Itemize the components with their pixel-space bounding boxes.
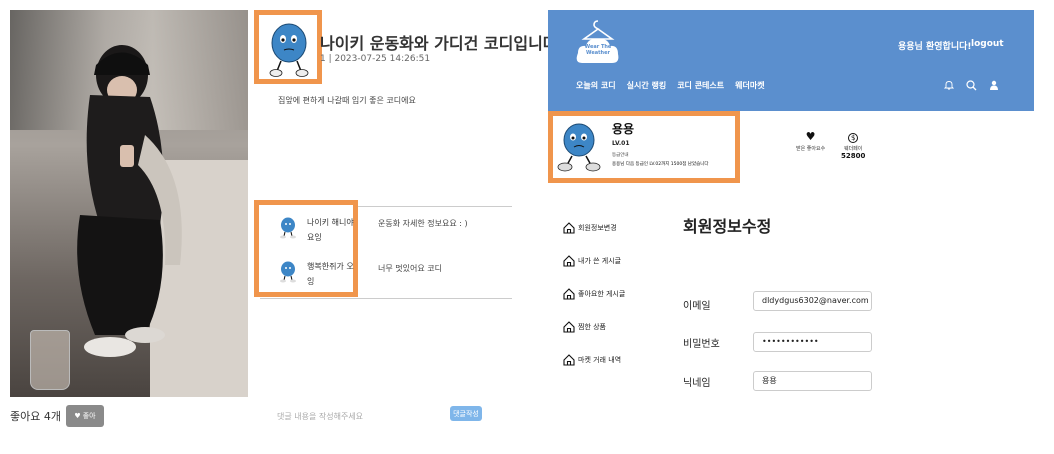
post-detail-panel: 나이키 운동화와 가디건 코디입니다 1 | 2023-07-25 14:26:… xyxy=(0,0,558,454)
comment-author[interactable]: 행복한쥐가 오잉 xyxy=(279,255,359,295)
nickname-field[interactable]: 용용 xyxy=(753,371,872,391)
mascot-avatar-icon xyxy=(280,261,296,283)
post-meta: 1 | 2023-07-25 14:26:51 xyxy=(320,54,431,64)
site-header: Wear The Weather 용용님 환영합니다! logout 오늘의 코… xyxy=(548,10,1034,111)
house-icon xyxy=(563,288,575,300)
heart-icon: ♥ xyxy=(74,412,81,420)
nav-today-coordi[interactable]: 오늘의 코디 xyxy=(576,80,616,91)
main-nav: 오늘의 코디 실시간 랭킹 코디 콘테스트 웨더마켓 xyxy=(576,80,765,91)
page-title: 회원정보수정 xyxy=(683,217,772,236)
sidebar-item-label: 회원정보변경 xyxy=(578,224,617,232)
weather-pay-value: 52800 xyxy=(841,152,866,160)
comment-text: 운동화 자세한 정보요요 : ) xyxy=(378,219,468,228)
house-icon xyxy=(563,354,575,366)
comment-input[interactable]: 댓글 내용을 작성해주세요 xyxy=(277,411,363,422)
nav-weather-market[interactable]: 웨더마켓 xyxy=(735,80,764,91)
sidebar-item-wishlist[interactable]: 찜한 상품 xyxy=(563,321,606,333)
email-field[interactable]: dldydgus6302@naver.com xyxy=(753,291,872,311)
house-icon xyxy=(563,321,575,333)
mascot-avatar-icon xyxy=(280,217,296,239)
house-icon xyxy=(563,222,575,234)
weather-pay-stat: $ 웨더페이 52800 xyxy=(841,131,865,160)
weather-pay-label: 웨더페이 xyxy=(843,146,863,152)
photo-person xyxy=(77,45,182,357)
post-title: 나이키 운동화와 가디건 코디입니다 xyxy=(320,34,558,53)
like-button-label: 좋아 xyxy=(82,412,96,420)
author-avatar-highlight[interactable] xyxy=(254,10,322,84)
dollar-coin-icon: $ xyxy=(848,133,859,143)
sidebar-item-edit-profile[interactable]: 회원정보변경 xyxy=(563,222,617,234)
sidebar-item-liked-posts[interactable]: 좋아요한 게시글 xyxy=(563,288,625,300)
user-level: LV.01 xyxy=(612,140,630,147)
mascot-avatar-icon xyxy=(557,123,601,172)
comments-divider-bottom xyxy=(260,298,512,299)
photo-cup xyxy=(30,330,70,390)
comment-submit-button[interactable]: 댓글작성 xyxy=(450,406,482,421)
post-photo xyxy=(10,10,248,397)
cloud-hanger-logo-icon[interactable] xyxy=(576,19,620,67)
nav-ranking[interactable]: 실시간 랭킹 xyxy=(627,80,667,91)
comment-author[interactable]: 나이키 해니야 요잉 xyxy=(279,211,359,251)
comment-authors-highlight: 나이키 해니야 요잉 행복한쥐가 오잉 xyxy=(254,200,358,297)
received-likes-stat: ♥ 받은 좋아요수 xyxy=(796,130,826,153)
sidebar-item-market-history[interactable]: 마켓 거래 내역 xyxy=(563,354,621,366)
search-icon[interactable] xyxy=(966,80,977,94)
sidebar-item-label: 찜한 상품 xyxy=(578,323,606,331)
nav-contest[interactable]: 코디 콘테스트 xyxy=(677,80,724,91)
logout-link[interactable]: logout xyxy=(971,39,1004,49)
house-icon xyxy=(563,255,575,267)
email-label: 이메일 xyxy=(683,301,711,312)
welcome-text: 용용님 환영합니다! xyxy=(898,42,972,52)
comment-text: 너무 멋있어요 코디 xyxy=(378,264,442,273)
like-button[interactable]: ♥ 좋아 xyxy=(66,405,104,427)
received-likes-label: 받은 좋아요수 xyxy=(796,146,826,152)
mascot-avatar-icon xyxy=(269,23,309,77)
post-body: 집앞에 편하게 나갈때 입기 좋은 코디에요 xyxy=(278,96,416,105)
grade-description: 용용님 다음 등급인 LV.02까지 1500점 남았습니다 xyxy=(612,162,709,167)
like-count: 좋아요 4개 xyxy=(10,410,61,423)
bell-icon[interactable] xyxy=(943,80,955,93)
logo-text: Wear The Weather xyxy=(584,44,612,56)
heart-icon: ♥ xyxy=(805,130,816,143)
sidebar-item-label: 마켓 거래 내역 xyxy=(578,356,622,364)
nickname-label: 닉네임 xyxy=(683,378,711,389)
user-name: 용용 xyxy=(612,122,635,136)
comment-username: 행복한쥐가 오잉 xyxy=(307,262,354,286)
grade-guide-link[interactable]: 등급안내 xyxy=(612,152,629,158)
password-field[interactable]: •••••••••••• xyxy=(753,332,872,352)
comment-username: 나이키 해니야 요잉 xyxy=(307,218,354,242)
password-label: 비밀번호 xyxy=(683,339,720,350)
sidebar-item-label: 좋아요한 게시글 xyxy=(578,290,626,298)
sidebar-item-label: 내가 쓴 게시글 xyxy=(578,257,622,265)
user-summary-highlight: 용용 LV.01 등급안내 용용님 다음 등급인 LV.02까지 1500점 남… xyxy=(548,111,740,183)
user-icon[interactable] xyxy=(989,80,999,93)
mypage-panel: Wear The Weather 용용님 환영합니다! logout 오늘의 코… xyxy=(548,10,1034,454)
sidebar-item-my-posts[interactable]: 내가 쓴 게시글 xyxy=(563,255,621,267)
